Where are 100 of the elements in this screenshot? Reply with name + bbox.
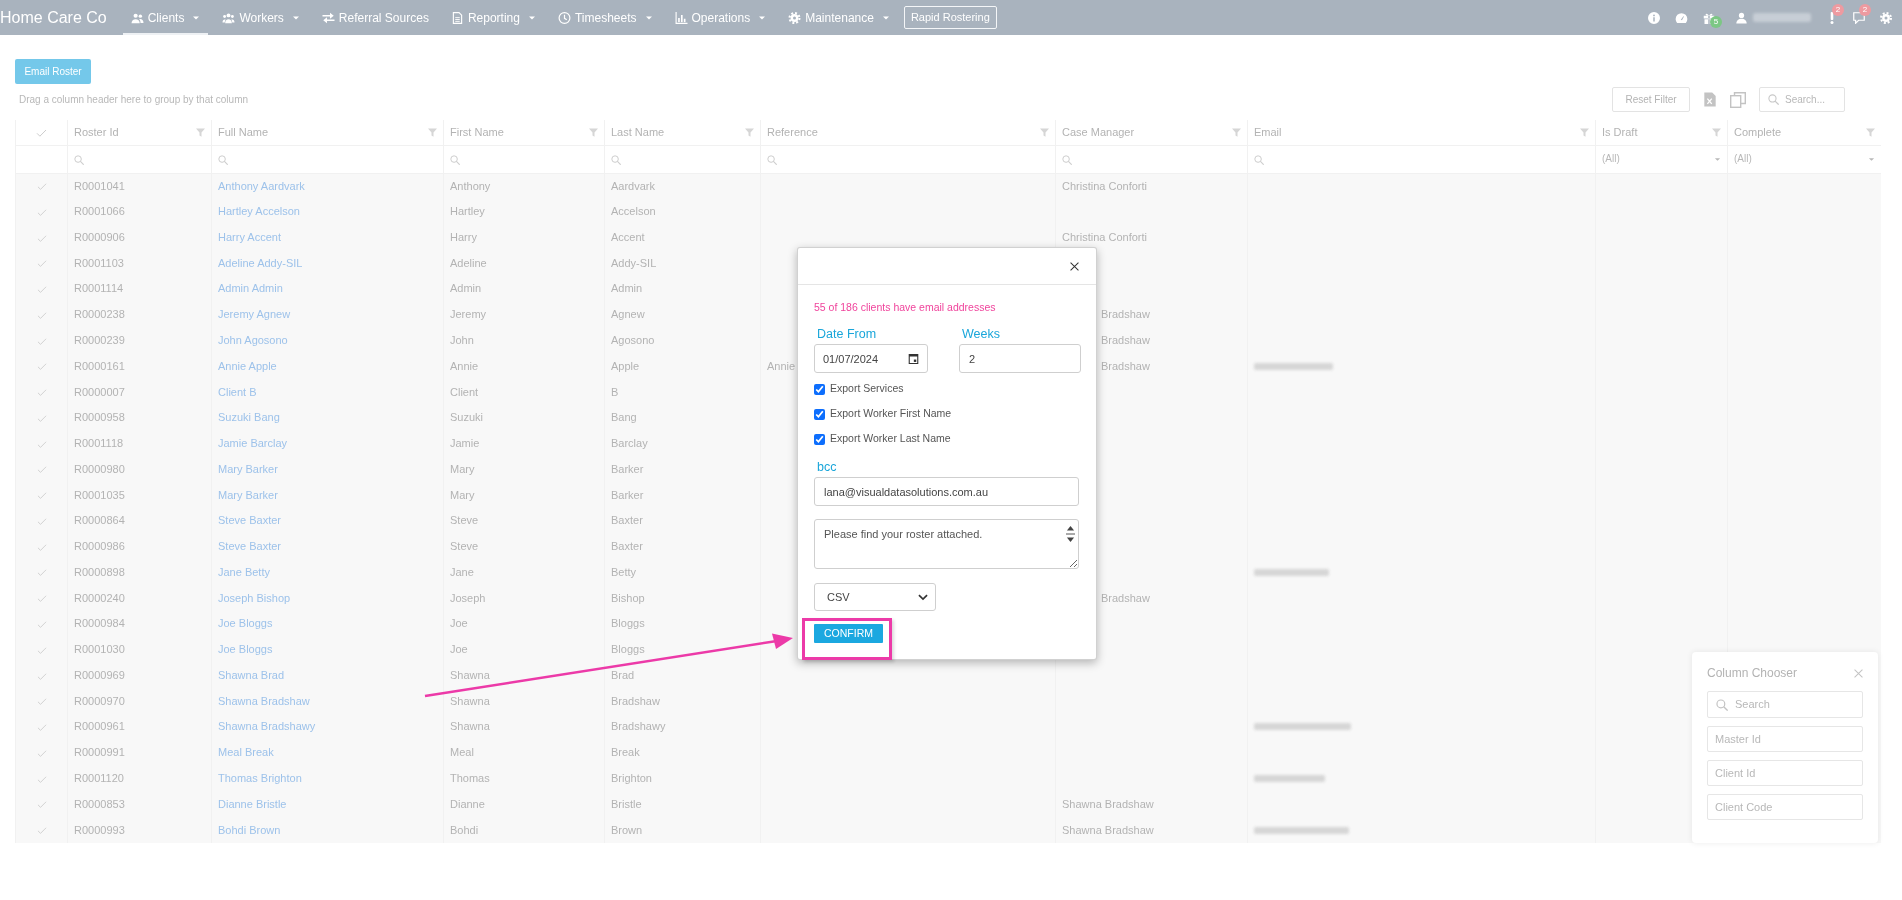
client-name-link[interactable]: Shawna Brad [218, 668, 285, 681]
check-icon[interactable] [36, 491, 47, 501]
client-name-link[interactable]: Suzuki Bang [218, 411, 280, 424]
weeks-field[interactable]: 2 [959, 344, 1081, 373]
scrollbar-arrows-icon[interactable] [1066, 523, 1075, 545]
check-icon[interactable] [36, 774, 47, 784]
search-icon[interactable] [450, 154, 460, 165]
client-name-link[interactable]: Joseph Bishop [218, 591, 291, 604]
check-icon[interactable] [36, 723, 47, 733]
client-name-link[interactable]: Dianne Bristle [218, 797, 287, 810]
column-header[interactable]: Reference [767, 124, 818, 141]
check-icon[interactable] [36, 465, 47, 475]
rapid-rostering-button[interactable]: Rapid Rostering [903, 6, 997, 29]
check-icon[interactable] [36, 697, 47, 707]
check-icon[interactable] [36, 439, 47, 449]
column-header[interactable]: Last Name [611, 124, 665, 141]
client-name-link[interactable]: Anthony Aardvark [218, 179, 305, 192]
confirm-button[interactable]: CONFIRM [814, 624, 883, 643]
message-field[interactable]: Please find your roster attached. [814, 519, 1079, 569]
check-icon[interactable] [36, 516, 47, 526]
client-name-link[interactable]: Hartley Accelson [218, 205, 300, 218]
client-name-link[interactable]: Adeline Addy-SIL [218, 256, 303, 269]
nav-menu-item[interactable]: Timesheets [549, 0, 661, 35]
column-header[interactable]: Case Manager [1062, 124, 1135, 141]
info-icon[interactable] [1648, 11, 1660, 24]
check-icon[interactable] [36, 233, 47, 243]
client-name-link[interactable]: Harry Accent [218, 230, 281, 243]
client-name-link[interactable]: Steve Baxter [218, 540, 281, 553]
client-name-link[interactable]: Admin Admin [218, 282, 283, 295]
column-header[interactable]: Full Name [218, 124, 269, 141]
filter-icon[interactable] [745, 127, 754, 137]
check-icon[interactable] [36, 259, 47, 269]
nav-menu-item[interactable]: Workers [214, 0, 308, 35]
client-name-link[interactable]: Mary Barker [218, 462, 278, 475]
column-header[interactable]: Roster Id [74, 124, 119, 141]
nav-menu-item[interactable]: Clients [122, 0, 209, 35]
check-icon[interactable] [36, 336, 47, 346]
check-icon[interactable] [36, 620, 47, 629]
date-field[interactable]: 01/07/2024 [814, 344, 928, 373]
filter-icon[interactable] [589, 127, 598, 137]
column-option[interactable]: Client Code [1707, 794, 1863, 820]
search-icon[interactable] [218, 154, 228, 165]
column-option[interactable]: Master Id [1707, 726, 1863, 752]
search-icon[interactable] [767, 154, 777, 165]
search-icon[interactable] [611, 154, 621, 165]
export-file-icon[interactable] [1703, 92, 1717, 107]
client-name-link[interactable]: Annie Apple [218, 359, 277, 372]
filter-select[interactable]: (All) [1602, 154, 1721, 164]
client-name-link[interactable]: Shawna Bradshaw [218, 694, 310, 707]
check-icon[interactable] [36, 182, 47, 192]
format-select[interactable]: CSV [814, 583, 936, 611]
column-chooser-icon[interactable] [1730, 91, 1746, 108]
client-name-link[interactable]: Jamie Barclay [218, 437, 288, 450]
check-icon[interactable] [36, 207, 47, 217]
filter-icon[interactable] [1580, 127, 1589, 137]
email-roster-button[interactable]: Email Roster [15, 59, 91, 84]
check-icon[interactable] [36, 128, 47, 139]
column-header[interactable]: Complete [1734, 124, 1782, 141]
filter-icon[interactable] [1040, 127, 1049, 137]
chat-icon[interactable] [1853, 11, 1865, 24]
filter-icon[interactable] [428, 127, 437, 137]
nav-menu-item[interactable]: Reporting [442, 0, 544, 35]
client-name-link[interactable]: Jane Betty [218, 565, 270, 578]
column-header[interactable]: Email [1254, 124, 1282, 141]
checkbox[interactable] [814, 433, 825, 445]
check-icon[interactable] [36, 800, 47, 810]
column-header[interactable]: First Name [450, 124, 504, 141]
close-icon[interactable] [1070, 261, 1079, 271]
calendar-icon[interactable] [908, 353, 919, 364]
client-name-link[interactable]: Jeremy Agnew [218, 308, 291, 321]
nav-menu-item[interactable]: Referral Sources [313, 0, 437, 35]
filter-icon[interactable] [196, 127, 205, 137]
column-option[interactable]: Client Id [1707, 760, 1863, 786]
check-icon[interactable] [36, 542, 47, 552]
check-icon[interactable] [36, 413, 47, 423]
check-icon[interactable] [36, 645, 47, 655]
reset-filter-button[interactable]: Reset Filter [1612, 87, 1690, 112]
user-icon[interactable] [1736, 11, 1747, 24]
checkbox[interactable] [814, 408, 825, 420]
settings-icon[interactable] [1880, 11, 1892, 24]
filter-icon[interactable] [1232, 127, 1241, 137]
check-icon[interactable] [36, 285, 47, 295]
brand-name[interactable]: Home Care Co [0, 9, 123, 26]
check-icon[interactable] [36, 362, 47, 372]
client-name-link[interactable]: Meal Break [218, 746, 274, 759]
gauge-icon[interactable] [1675, 11, 1688, 24]
checkbox[interactable] [814, 383, 825, 395]
filter-icon[interactable] [1865, 127, 1875, 137]
client-name-link[interactable]: Thomas Brighton [218, 772, 302, 784]
check-icon[interactable] [36, 594, 47, 604]
client-name-link[interactable]: John Agosono [218, 333, 288, 346]
client-name-link[interactable]: Mary Barker [218, 488, 278, 501]
client-name-link[interactable]: Steve Baxter [218, 514, 281, 527]
search-icon[interactable] [1254, 154, 1264, 165]
search-field[interactable]: Search [1707, 691, 1863, 718]
client-name-link[interactable]: Client B [218, 385, 257, 398]
check-icon[interactable] [36, 826, 47, 836]
client-name-link[interactable]: Bohdi Brown [218, 823, 281, 836]
filter-icon[interactable] [1712, 127, 1721, 137]
filter-select[interactable]: (All) [1734, 154, 1875, 164]
